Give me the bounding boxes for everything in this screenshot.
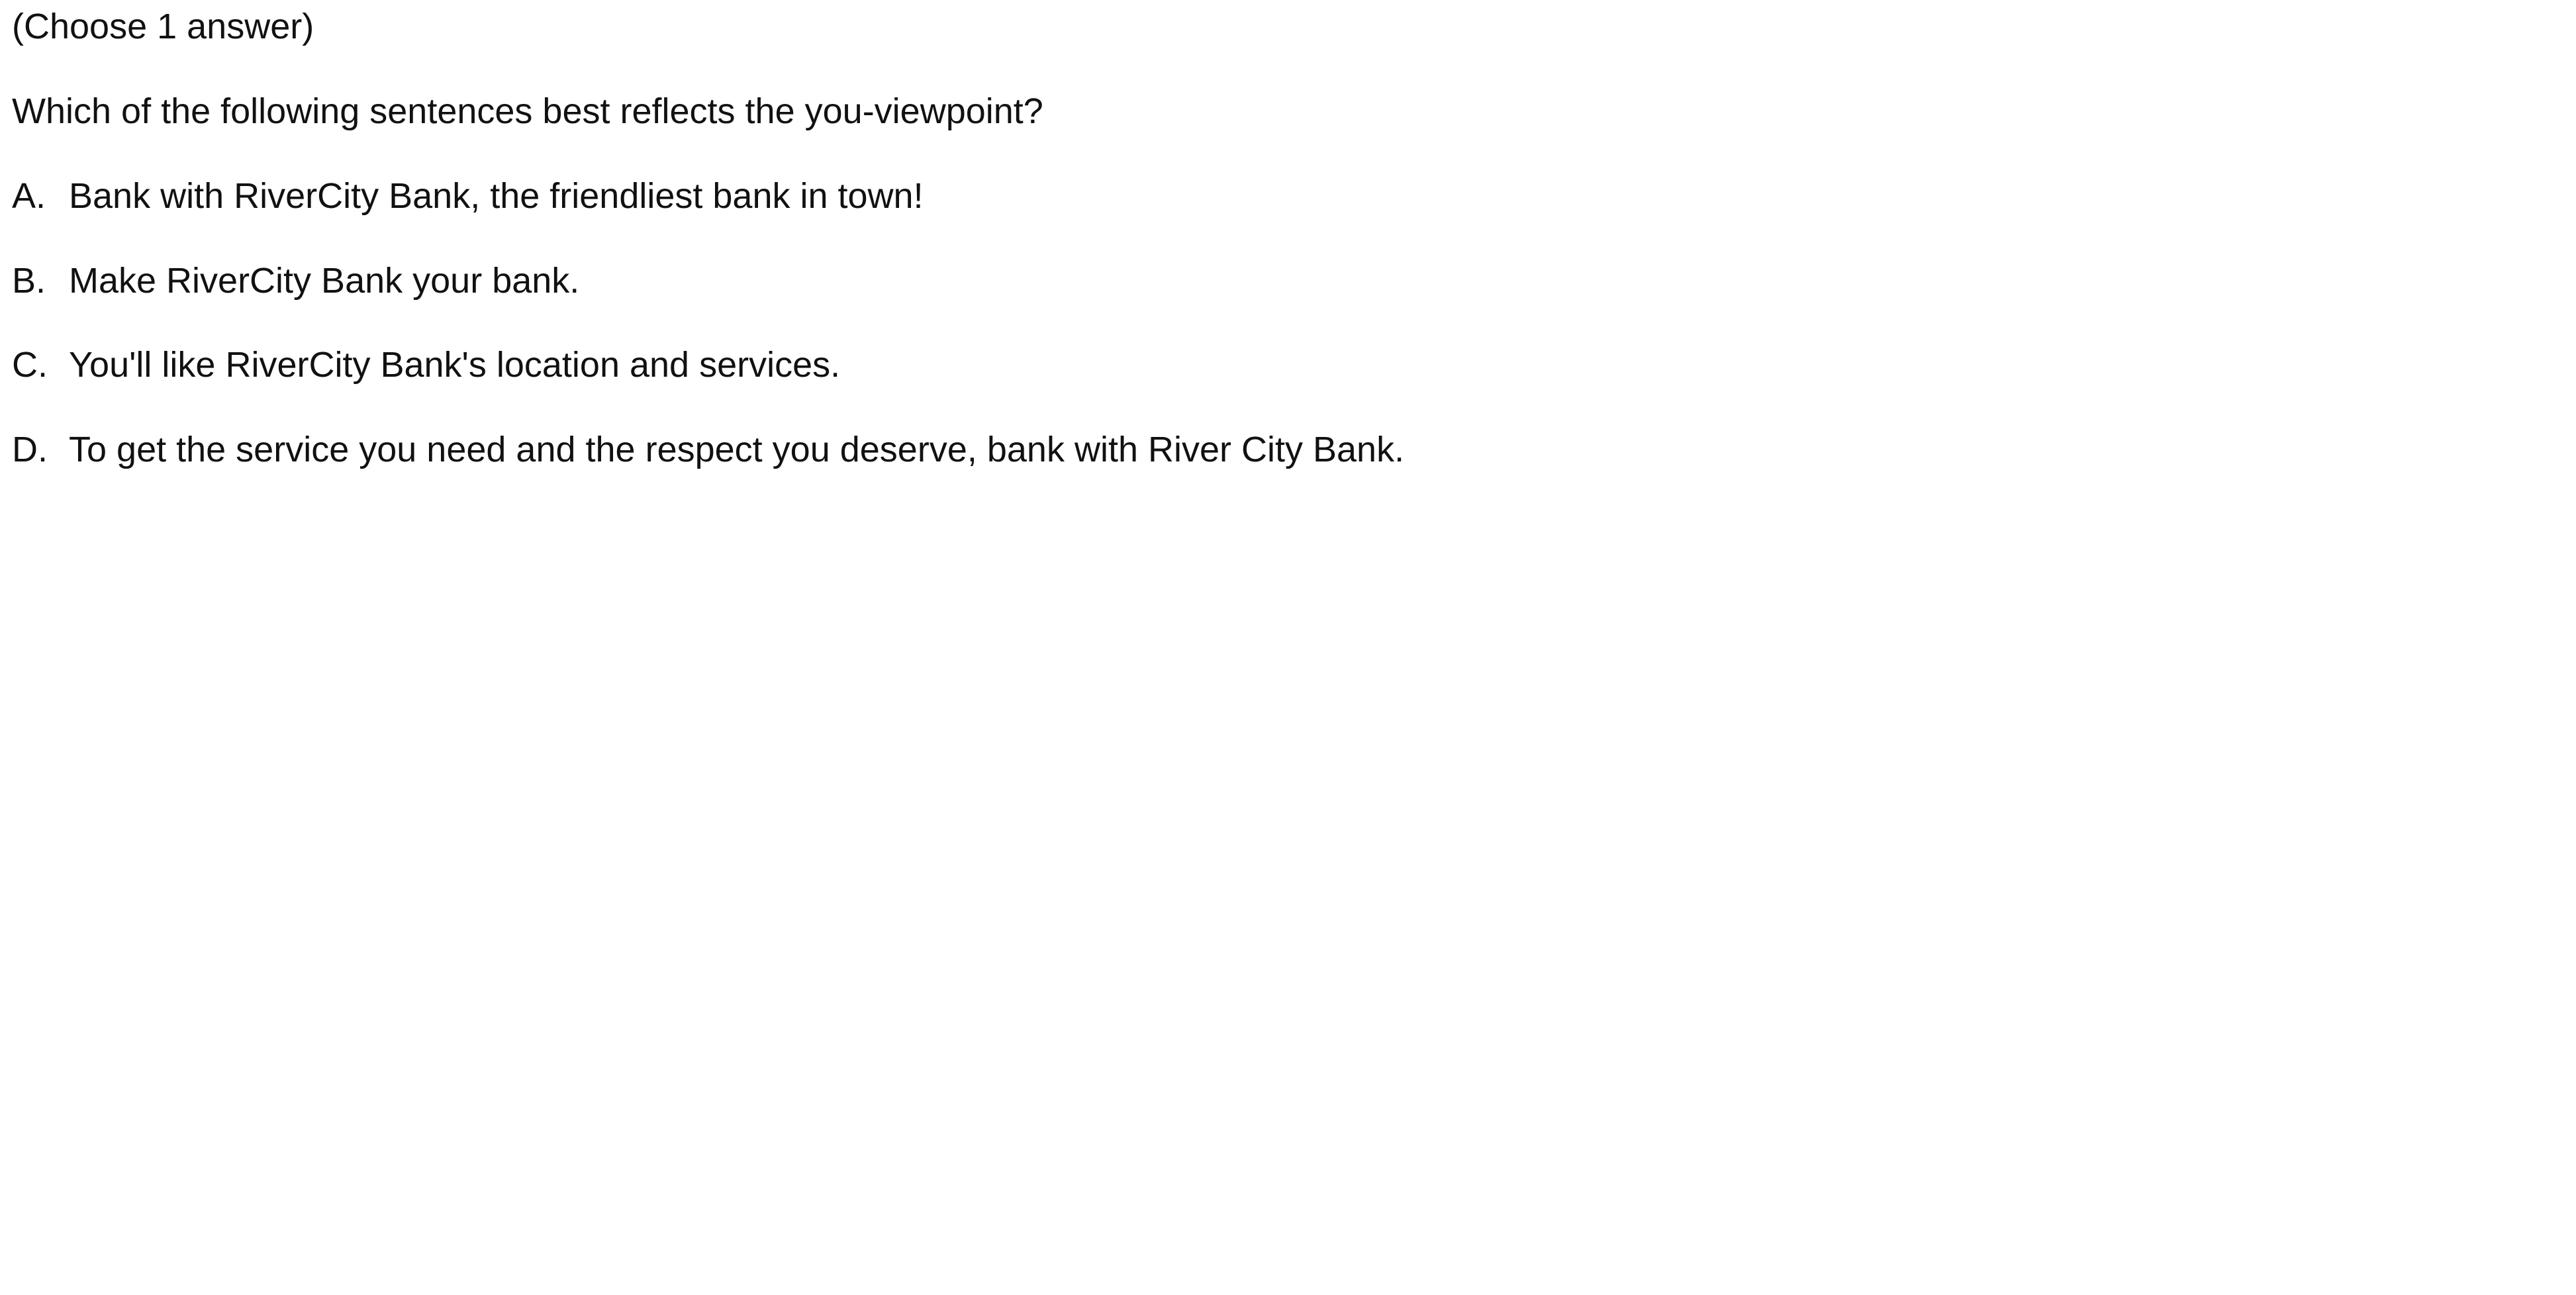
option-letter-b: B.	[12, 261, 46, 301]
option-letter-d: D.	[12, 430, 48, 469]
option-text-c: You'll like RiverCity Bank's location an…	[69, 345, 841, 385]
question-text: Which of the following sentences best re…	[12, 91, 1043, 131]
answer-option-b[interactable]: B. Make RiverCity Bank your bank.	[12, 254, 579, 307]
option-letter-a: A.	[12, 176, 46, 216]
answer-option-c[interactable]: C. You'll like RiverCity Bank's location …	[12, 338, 840, 391]
answer-instruction: (Choose 1 answer)	[12, 7, 314, 46]
option-letter-c: C.	[12, 345, 48, 385]
answer-option-a[interactable]: A. Bank with RiverCity Bank, the friendli…	[12, 169, 924, 222]
answer-option-d[interactable]: D. To get the service you need and the re…	[12, 423, 1404, 476]
option-text-b: Make RiverCity Bank your bank.	[69, 261, 580, 301]
option-text-a: Bank with RiverCity Bank, the friendlies…	[69, 176, 924, 216]
option-text-d: To get the service you need and the resp…	[69, 430, 1405, 469]
